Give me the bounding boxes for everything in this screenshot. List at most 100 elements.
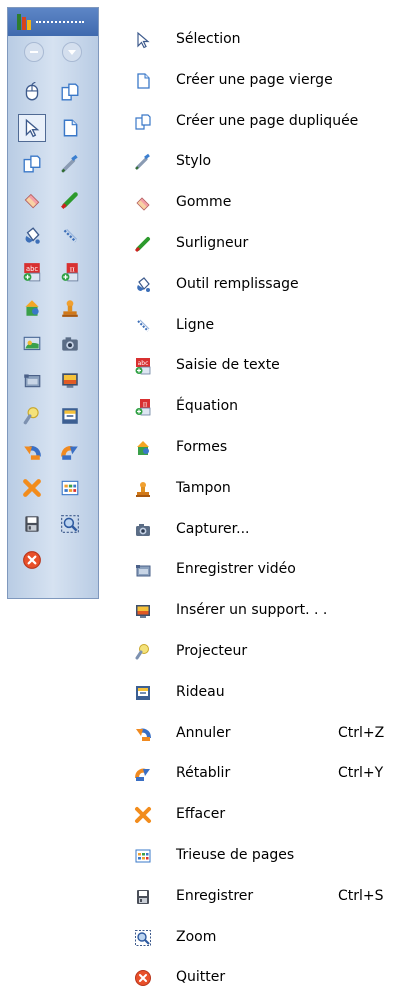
svg-text:π: π xyxy=(143,401,148,409)
menu-item-label: Effacer xyxy=(176,806,226,823)
curtain-icon[interactable] xyxy=(56,402,84,430)
equation-icon[interactable]: π xyxy=(56,258,84,286)
video-icon xyxy=(134,561,152,579)
menu-item[interactable]: Créer une page dupliquée xyxy=(124,102,396,142)
menu-item-label: Projecteur xyxy=(176,643,248,659)
menu-item-shortcut: Ctrl+Y xyxy=(338,765,384,782)
menu-item-label: Outil remplissage xyxy=(176,275,299,292)
camera-icon[interactable] xyxy=(56,330,84,358)
menu-item[interactable]: Enregistrer Ctrl+S xyxy=(124,877,396,917)
select-icon xyxy=(134,31,152,49)
menu-item-label: Équation xyxy=(176,398,239,415)
select-arrow-icon[interactable] xyxy=(18,114,46,142)
menu-item-label: Sélection xyxy=(176,31,241,47)
menu-item[interactable]: Outil remplissage xyxy=(124,265,396,305)
video-record-icon[interactable] xyxy=(18,366,46,394)
eraser-icon[interactable] xyxy=(18,186,46,214)
toolbar-title-bar[interactable] xyxy=(8,8,98,36)
duplicate-page-icon[interactable] xyxy=(56,78,84,106)
fill-bucket-icon[interactable] xyxy=(18,222,46,250)
menu-item-shortcut: Ctrl+S xyxy=(338,887,384,904)
highlighter-icon[interactable] xyxy=(56,186,84,214)
eraser-icon xyxy=(134,194,152,212)
menu-item-label: Insérer un support. . . xyxy=(176,602,328,619)
page-icon xyxy=(134,72,152,90)
menu-item-label: Annuler xyxy=(176,724,231,741)
zoom-icon[interactable] xyxy=(56,510,84,538)
menu-item[interactable]: Ligne xyxy=(124,306,396,346)
duplicate-icon xyxy=(134,113,152,131)
curtain-icon xyxy=(134,684,152,702)
insert-media-icon[interactable] xyxy=(56,366,84,394)
stamp-icon[interactable] xyxy=(56,294,84,322)
highlighter-icon xyxy=(134,235,152,253)
menu-item[interactable]: Surligneur xyxy=(124,224,396,264)
zoom-icon xyxy=(134,929,152,947)
text-icon: abc xyxy=(134,357,152,375)
pen-icon xyxy=(134,153,152,171)
page-sorter-icon[interactable] xyxy=(56,474,84,502)
screen-capture-icon[interactable] xyxy=(18,330,46,358)
menu-item[interactable]: π Équation xyxy=(124,387,396,427)
menu-item[interactable]: Créer une page vierge xyxy=(124,61,396,101)
menu-item[interactable]: Annuler Ctrl+Z xyxy=(124,714,396,754)
line-icon[interactable] xyxy=(56,222,84,250)
toolbar-grip[interactable] xyxy=(36,21,84,25)
menu-item-label: Tampon xyxy=(176,479,231,496)
menu-item-label: Rétablir xyxy=(176,765,231,782)
clear-icon xyxy=(134,806,152,824)
app-logo-icon xyxy=(17,14,31,30)
menu-item-label: Capturer... xyxy=(176,520,250,537)
menu-item-label: Surligneur xyxy=(176,235,249,251)
redo-icon[interactable] xyxy=(56,438,84,466)
spotlight-icon[interactable] xyxy=(18,402,46,430)
quit-icon[interactable] xyxy=(18,546,46,574)
menu-item[interactable]: Trieuse de pages xyxy=(124,836,396,876)
menu-item[interactable]: Effacer xyxy=(124,795,396,835)
menu-item[interactable]: abc Saisie de texte xyxy=(124,346,396,386)
menu-item-label: Gomme xyxy=(176,194,232,211)
menu-item-label: Créer une page vierge xyxy=(176,71,333,88)
blank-page-icon[interactable] xyxy=(56,114,84,142)
menu-item-label: Rideau xyxy=(176,683,225,700)
menu-item[interactable]: Sélection xyxy=(124,20,396,60)
menu-item[interactable]: Gomme xyxy=(124,183,396,223)
svg-text:π: π xyxy=(70,264,75,273)
menu-item-label: Formes xyxy=(176,439,228,455)
menu-item-label: Enregistrer vidéo xyxy=(176,561,296,578)
pen-icon[interactable] xyxy=(56,150,84,178)
next-page-icon[interactable] xyxy=(62,42,82,62)
redo-icon xyxy=(134,765,152,783)
menu-item-label: Stylo xyxy=(176,153,212,170)
fill-icon xyxy=(134,276,152,294)
save-icon xyxy=(134,888,152,906)
menu-item[interactable]: Rideau xyxy=(124,673,396,713)
undo-icon[interactable] xyxy=(18,438,46,466)
menu-item-label: Enregistrer xyxy=(176,887,254,904)
menu-item[interactable]: Projecteur xyxy=(124,632,396,672)
camera-icon xyxy=(134,521,152,539)
menu-item[interactable]: Zoom xyxy=(124,918,396,958)
shapes-icon[interactable] xyxy=(18,294,46,322)
menu-item[interactable]: Stylo xyxy=(124,142,396,182)
previous-page-icon[interactable] xyxy=(24,42,44,62)
clear-icon[interactable] xyxy=(18,474,46,502)
menu-item[interactable]: Tampon xyxy=(124,469,396,509)
mouse-icon[interactable] xyxy=(18,78,46,106)
menu-item[interactable]: Enregistrer vidéo xyxy=(124,550,396,590)
text-entry-icon[interactable]: abc xyxy=(18,258,46,286)
stamp-icon xyxy=(134,480,152,498)
menu-item[interactable]: Quitter xyxy=(124,958,396,998)
menu-item[interactable]: Formes xyxy=(124,428,396,468)
menu-item[interactable]: Insérer un support. . . xyxy=(124,591,396,631)
menu-item[interactable]: Rétablir Ctrl+Y xyxy=(124,754,396,794)
duplicated-page-icon[interactable] xyxy=(18,150,46,178)
tools-menu: Sélection Créer une page vierge Créer une … xyxy=(124,20,396,1000)
menu-item[interactable]: Capturer... xyxy=(124,510,396,550)
quit-icon xyxy=(134,969,152,987)
svg-text:abc: abc xyxy=(26,265,38,273)
menu-item-label: Saisie de texte xyxy=(176,357,280,374)
floating-toolbar: abc π xyxy=(7,7,99,599)
save-icon[interactable] xyxy=(18,510,46,538)
menu-item-label: Trieuse de pages xyxy=(176,847,295,863)
